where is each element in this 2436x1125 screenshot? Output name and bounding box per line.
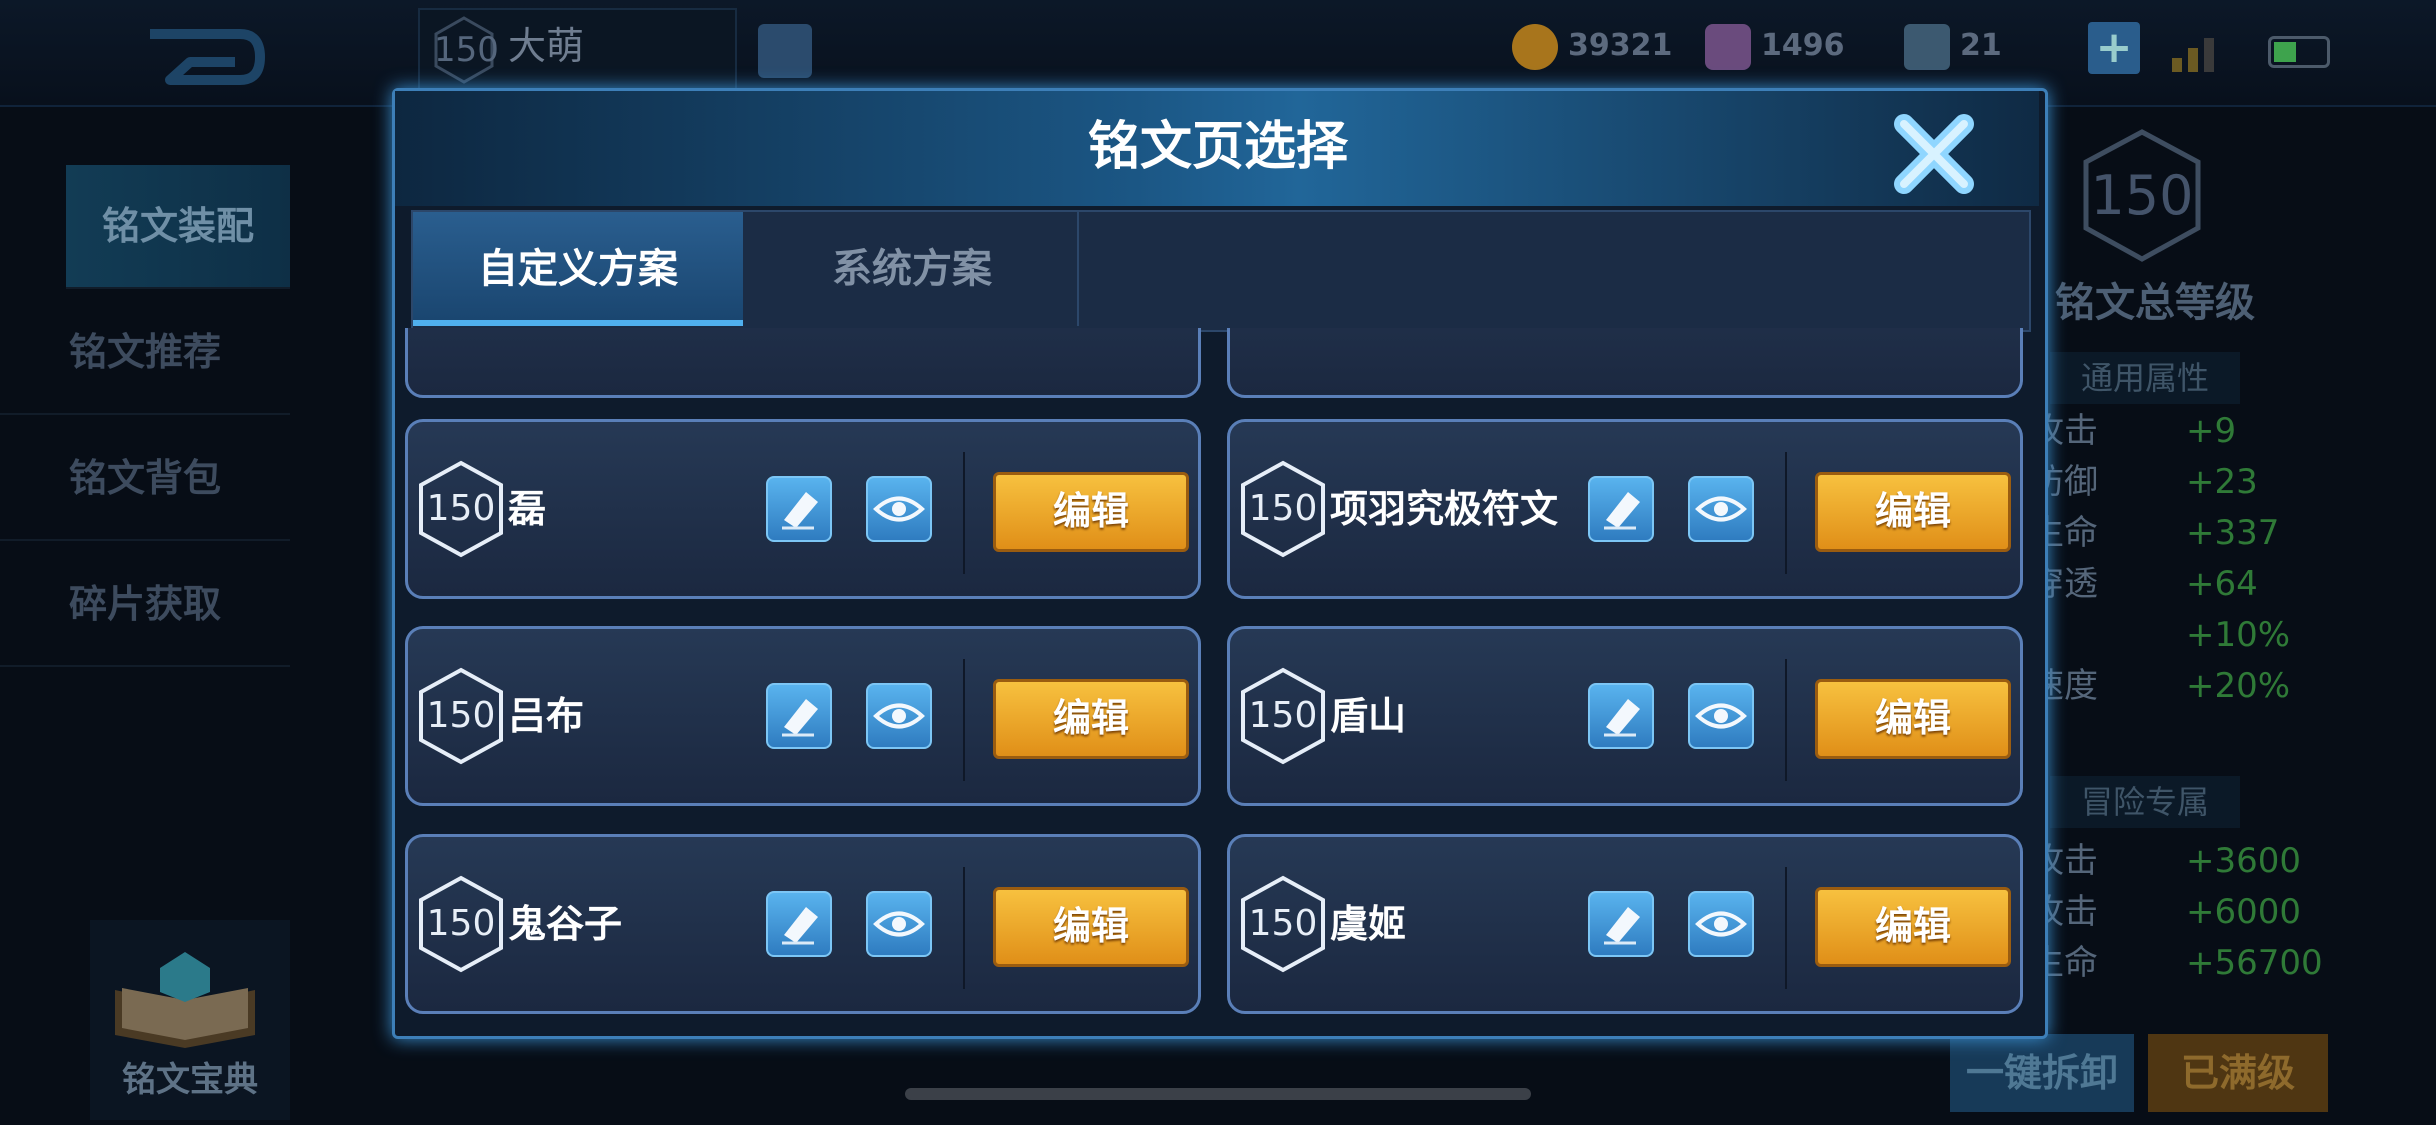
- list-item: 150 磊 编辑: [405, 419, 1201, 599]
- list-item: 150 鬼谷子 编辑: [405, 834, 1201, 1014]
- player-level: 150: [434, 30, 499, 70]
- list-item: [1227, 328, 2023, 398]
- pencil-icon[interactable]: [766, 891, 832, 957]
- codex-book-icon: [115, 952, 255, 1048]
- eye-icon[interactable]: [866, 476, 932, 542]
- signal-icon: [2172, 38, 2214, 72]
- gold-counter: 39321: [1512, 20, 1672, 72]
- stat-row: 生命 +56700: [2030, 943, 2323, 983]
- back-icon[interactable]: [130, 22, 270, 92]
- gold-coin-icon: [1512, 23, 1558, 70]
- rune-page-list[interactable]: 150 磊 编辑 150 项羽究极符文 编辑 150 吕布 编辑 150 盾山 …: [405, 328, 2030, 1028]
- list-item: [405, 328, 1201, 398]
- stat-row: 速度 +20%: [2030, 666, 2291, 706]
- stat-row: 攻击 +6000: [2030, 892, 2302, 932]
- edit-button[interactable]: 编辑: [993, 472, 1189, 552]
- divider: [1785, 452, 1787, 574]
- stat-row: 生命 +337: [2030, 513, 2280, 553]
- list-item: 150 盾山 编辑: [1227, 626, 2023, 806]
- page-name: 项羽究极符文: [1330, 487, 1559, 531]
- pencil-icon[interactable]: [766, 476, 832, 542]
- rename-pencil-icon[interactable]: [758, 24, 812, 78]
- divider: [1785, 659, 1787, 781]
- sidebar-item-backpack[interactable]: 铭文背包: [0, 417, 290, 541]
- diamond-counter: 1496: [1705, 20, 1845, 72]
- pencil-icon[interactable]: [1588, 683, 1654, 749]
- stat-row: 防御 +23: [2030, 462, 2258, 502]
- page-level: 150: [1248, 488, 1318, 529]
- sidebar-item-recommend[interactable]: 铭文推荐: [0, 291, 290, 415]
- tab-custom[interactable]: 自定义方案: [413, 212, 743, 326]
- edit-button[interactable]: 编辑: [1815, 472, 2011, 552]
- list-item: 150 吕布 编辑: [405, 626, 1201, 806]
- page-name: 磊: [508, 487, 547, 531]
- pencil-icon[interactable]: [766, 683, 832, 749]
- sidebar-item-equip[interactable]: 铭文装配: [66, 165, 290, 289]
- plus-icon[interactable]: +: [2088, 22, 2140, 74]
- eye-icon[interactable]: [1688, 683, 1754, 749]
- general-stats-title: 通用属性: [2050, 352, 2240, 404]
- codex-label: 铭文宝典: [122, 1060, 258, 1100]
- battery-icon: [2268, 36, 2330, 68]
- edit-button[interactable]: 编辑: [1815, 887, 2011, 967]
- stat-row: 穿透 +64: [2030, 564, 2258, 604]
- stat-row: 攻击 +3600: [2030, 841, 2302, 881]
- close-icon[interactable]: [1890, 110, 1978, 198]
- divider: [963, 659, 965, 781]
- divider: [963, 867, 965, 989]
- player-name: 大萌: [508, 24, 585, 68]
- page-level: 150: [426, 903, 496, 944]
- edit-button[interactable]: 编辑: [993, 887, 1189, 967]
- page-level: 150: [426, 695, 496, 736]
- stat-row: 攻击 +9: [2030, 411, 2237, 451]
- home-indicator[interactable]: [905, 1088, 1531, 1100]
- list-item: 150 项羽究极符文 编辑: [1227, 419, 2023, 599]
- edit-button[interactable]: 编辑: [993, 679, 1189, 759]
- divider: [963, 452, 965, 574]
- dialog-title: 铭文页选择: [1087, 117, 1348, 177]
- total-level-label: 铭文总等级: [2055, 280, 2255, 326]
- list-item: 150 虞姬 编辑: [1227, 834, 2023, 1014]
- page-level: 150: [426, 488, 496, 529]
- pencil-icon[interactable]: [1588, 891, 1654, 957]
- diamond-icon: [1705, 23, 1751, 70]
- eye-icon[interactable]: [1688, 476, 1754, 542]
- page-name: 盾山: [1330, 694, 1407, 738]
- eye-icon[interactable]: [1688, 891, 1754, 957]
- tab-system[interactable]: 系统方案: [747, 212, 1079, 326]
- eye-icon[interactable]: [866, 683, 932, 749]
- divider: [1785, 867, 1787, 989]
- adventure-stats-title: 冒险专属: [2050, 776, 2240, 828]
- maxed-button[interactable]: 已满级: [2148, 1034, 2328, 1112]
- page-level: 150: [1248, 903, 1318, 944]
- stat-row: +10%: [2186, 615, 2291, 655]
- coupon-icon: [1904, 23, 1950, 70]
- edit-button[interactable]: 编辑: [1815, 679, 2011, 759]
- page-name: 虞姬: [1330, 902, 1407, 946]
- page-level: 150: [1248, 695, 1318, 736]
- coupon-counter: 21: [1904, 20, 2002, 72]
- page-name: 鬼谷子: [508, 902, 623, 946]
- page-name: 吕布: [508, 694, 585, 738]
- dismantle-button[interactable]: 一键拆卸: [1950, 1034, 2134, 1112]
- sidebar-item-fragments[interactable]: 碎片获取: [0, 543, 290, 667]
- pencil-icon[interactable]: [1588, 476, 1654, 542]
- eye-icon[interactable]: [866, 891, 932, 957]
